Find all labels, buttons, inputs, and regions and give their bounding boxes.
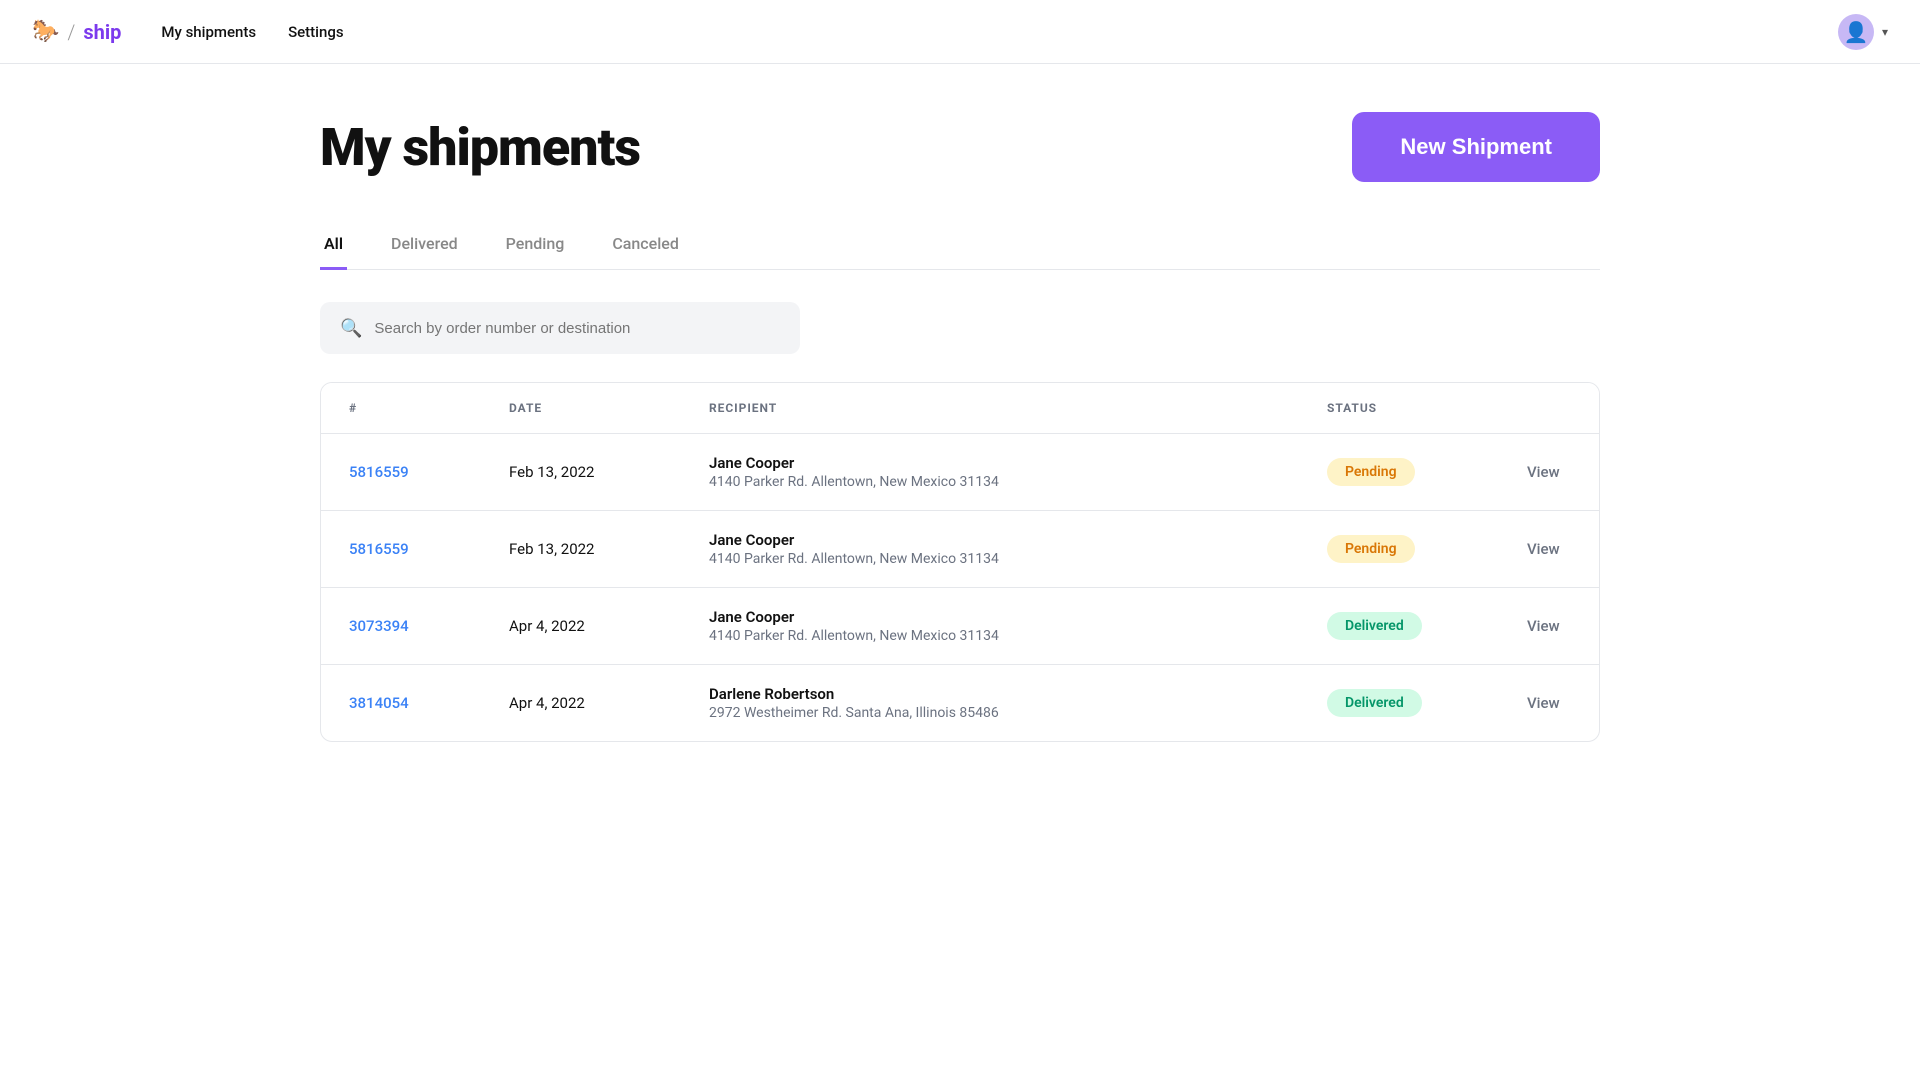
logo-divider: / xyxy=(67,20,75,44)
search-icon: 🔍 xyxy=(340,318,362,339)
status-badge: Pending xyxy=(1327,535,1415,563)
recipient-name: Jane Cooper xyxy=(709,454,1271,472)
page-title: My shipments xyxy=(320,117,640,178)
recipient-name: Jane Cooper xyxy=(709,608,1271,626)
nav-link-shipments[interactable]: My shipments xyxy=(161,23,256,41)
cell-order-number: 3814054 xyxy=(321,665,481,742)
page-content: My shipments New Shipment All Delivered … xyxy=(260,64,1660,790)
nav-link-settings[interactable]: Settings xyxy=(288,23,344,41)
nav-links: My shipments Settings xyxy=(161,23,1838,41)
order-number-link[interactable]: 3814054 xyxy=(349,694,409,712)
cell-recipient: Jane Cooper 4140 Parker Rd. Allentown, N… xyxy=(681,511,1299,588)
table-row: 3073394 Apr 4, 2022 Jane Cooper 4140 Par… xyxy=(321,588,1599,665)
col-header-action xyxy=(1499,383,1599,434)
page-header: My shipments New Shipment xyxy=(320,112,1600,182)
cell-action: View xyxy=(1499,511,1599,588)
tab-canceled[interactable]: Canceled xyxy=(608,222,683,270)
cell-order-number: 5816559 xyxy=(321,511,481,588)
recipient-address: 2972 Westheimer Rd. Santa Ana, Illinois … xyxy=(709,705,1271,721)
logo-animal-icon: 🐎 xyxy=(32,19,59,44)
order-number-link[interactable]: 3073394 xyxy=(349,617,409,635)
status-badge: Delivered xyxy=(1327,612,1422,640)
recipient-address: 4140 Parker Rd. Allentown, New Mexico 31… xyxy=(709,474,1271,490)
cell-status: Pending xyxy=(1299,434,1499,511)
order-number-link[interactable]: 5816559 xyxy=(349,540,409,558)
col-header-status: STATUS xyxy=(1299,383,1499,434)
shipments-table: # DATE RECIPIENT STATUS 5816559 Feb 13, … xyxy=(320,382,1600,742)
col-header-recipient: RECIPIENT xyxy=(681,383,1299,434)
cell-date: Apr 4, 2022 xyxy=(481,588,681,665)
col-header-number: # xyxy=(321,383,481,434)
search-bar: 🔍 xyxy=(320,302,800,354)
cell-date: Feb 13, 2022 xyxy=(481,511,681,588)
table-row: 5816559 Feb 13, 2022 Jane Cooper 4140 Pa… xyxy=(321,511,1599,588)
cell-recipient: Darlene Robertson 2972 Westheimer Rd. Sa… xyxy=(681,665,1299,742)
logo-text: ship xyxy=(83,20,121,44)
cell-recipient: Jane Cooper 4140 Parker Rd. Allentown, N… xyxy=(681,588,1299,665)
status-badge: Delivered xyxy=(1327,689,1422,717)
view-link[interactable]: View xyxy=(1527,463,1560,481)
recipient-address: 4140 Parker Rd. Allentown, New Mexico 31… xyxy=(709,628,1271,644)
recipient-name: Jane Cooper xyxy=(709,531,1271,549)
cell-status: Delivered xyxy=(1299,665,1499,742)
cell-status: Pending xyxy=(1299,511,1499,588)
cell-date: Feb 13, 2022 xyxy=(481,434,681,511)
view-link[interactable]: View xyxy=(1527,540,1560,558)
recipient-address: 4140 Parker Rd. Allentown, New Mexico 31… xyxy=(709,551,1271,567)
navbar-right: 👤 ▾ xyxy=(1838,14,1888,50)
new-shipment-button[interactable]: New Shipment xyxy=(1352,112,1600,182)
tabs: All Delivered Pending Canceled xyxy=(320,222,1600,270)
cell-order-number: 5816559 xyxy=(321,434,481,511)
cell-action: View xyxy=(1499,665,1599,742)
tab-all[interactable]: All xyxy=(320,222,347,270)
cell-action: View xyxy=(1499,588,1599,665)
cell-action: View xyxy=(1499,434,1599,511)
cell-order-number: 3073394 xyxy=(321,588,481,665)
tab-pending[interactable]: Pending xyxy=(502,222,569,270)
search-input[interactable] xyxy=(374,320,780,337)
cell-status: Delivered xyxy=(1299,588,1499,665)
recipient-name: Darlene Robertson xyxy=(709,685,1271,703)
order-number-link[interactable]: 5816559 xyxy=(349,463,409,481)
table-row: 5816559 Feb 13, 2022 Jane Cooper 4140 Pa… xyxy=(321,434,1599,511)
view-link[interactable]: View xyxy=(1527,617,1560,635)
tab-delivered[interactable]: Delivered xyxy=(387,222,462,270)
avatar[interactable]: 👤 xyxy=(1838,14,1874,50)
table-header-row: # DATE RECIPIENT STATUS xyxy=(321,383,1599,434)
view-link[interactable]: View xyxy=(1527,694,1560,712)
status-badge: Pending xyxy=(1327,458,1415,486)
navbar: 🐎 / ship My shipments Settings 👤 ▾ xyxy=(0,0,1920,64)
logo[interactable]: 🐎 / ship xyxy=(32,19,121,44)
cell-recipient: Jane Cooper 4140 Parker Rd. Allentown, N… xyxy=(681,434,1299,511)
chevron-down-icon[interactable]: ▾ xyxy=(1882,25,1888,39)
col-header-date: DATE xyxy=(481,383,681,434)
table-row: 3814054 Apr 4, 2022 Darlene Robertson 29… xyxy=(321,665,1599,742)
cell-date: Apr 4, 2022 xyxy=(481,665,681,742)
